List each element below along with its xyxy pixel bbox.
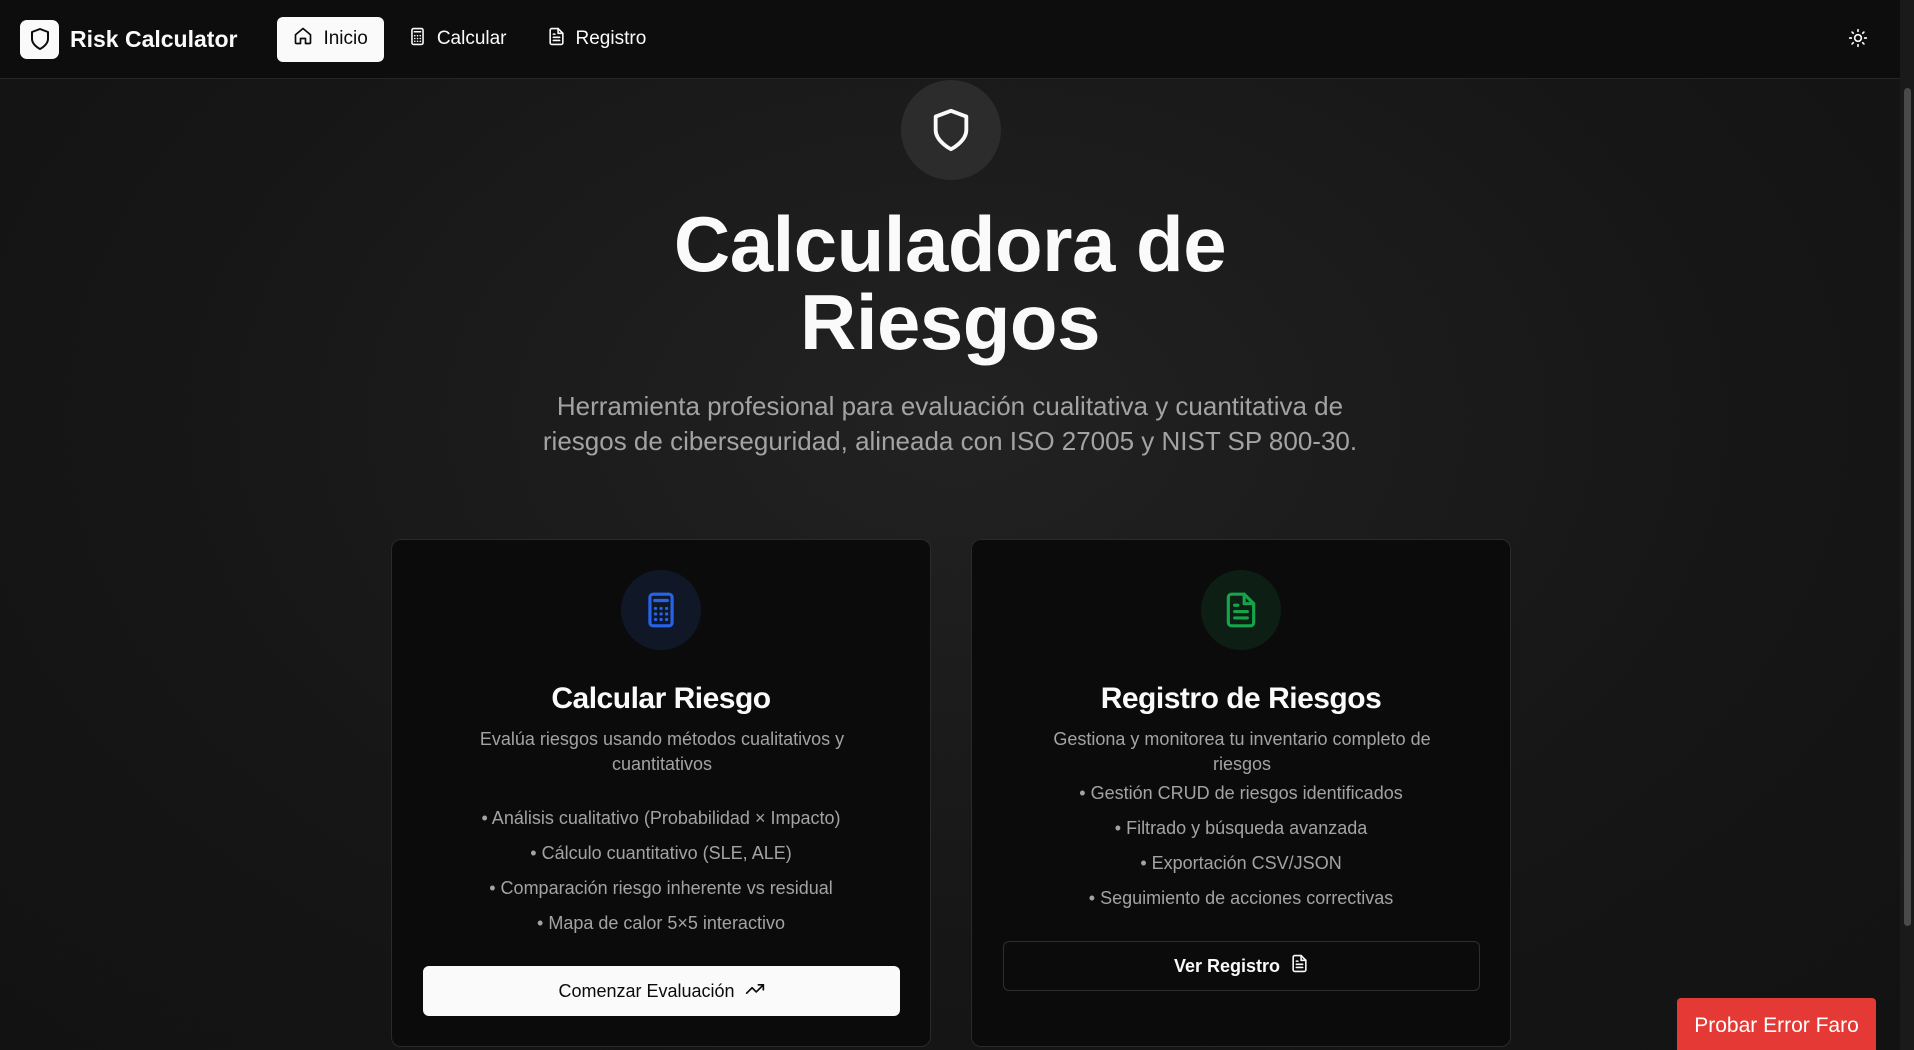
page-title-line-1: Calculadora de [673,200,1227,288]
feature-item: • Gestión CRUD de riesgos identificados [1079,783,1403,803]
sun-icon [1848,28,1868,53]
button-label: Ver Registro [1173,955,1281,976]
feature-item: • Mapa de calor 5×5 interactivo [537,913,785,933]
shield-icon [20,19,59,59]
feature-item: • Seguimiento de acciones correctivas [1088,888,1394,908]
page-subtitle: Herramienta profesional para evaluación … [520,389,1380,459]
brand[interactable]: Risk Calculator [20,19,238,59]
nav-item-calcular[interactable]: Calcular [392,17,523,62]
feature-item: • Cálculo cuantitativo (SLE, ALE) [530,843,792,863]
nav-item-label: Inicio [323,28,368,49]
button-label: Comenzar Evaluación [558,980,735,1001]
main-nav: Inicio Calcular Registro [277,16,663,62]
file-text-icon [1290,954,1309,978]
card-registro-riesgos: Registro de Riesgos Gestiona y monitorea… [971,539,1511,1047]
file-text-icon [547,27,566,52]
calculator-icon [621,570,701,650]
nav-item-label: Calcular [436,28,507,49]
feature-item: • Filtrado y búsqueda avanzada [1114,818,1368,838]
page-title: Calculadora de Riesgos [500,205,1400,361]
feature-item: • Exportación CSV/JSON [1140,853,1342,873]
page-title-line-2: Riesgos [800,278,1100,366]
card-description: Gestiona y monitorea tu inventario compl… [1053,729,1431,774]
feature-item: • Análisis cualitativo (Probabilidad × I… [481,808,841,828]
test-error-button[interactable]: Probar Error Faro [1677,998,1876,1050]
scrollbar-thumb[interactable] [1904,88,1911,926]
hero-shield-icon [901,80,1001,180]
view-register-button[interactable]: Ver Registro [1003,941,1480,991]
feature-item: • Comparación riesgo inherente vs residu… [489,878,833,898]
nav-item-label: Registro [575,28,647,49]
top-navbar: Risk Calculator Inicio Calcular Registro [0,0,1900,79]
nav-item-inicio[interactable]: Inicio [277,16,384,62]
home-icon [293,26,313,52]
card-title: Registro de Riesgos [1100,682,1382,715]
feature-list: • Gestión CRUD de riesgos identificados … [972,776,1510,916]
feature-list: • Análisis cualitativo (Probabilidad × I… [392,801,930,941]
card-description: Evalúa riesgos usando métodos cualitativ… [479,729,845,774]
file-text-icon [1201,570,1281,650]
nav-item-registro[interactable]: Registro [531,17,663,62]
page-subtitle-line-1: Herramienta profesional para evaluación … [556,391,1344,421]
page-subtitle-line-2: riesgos de ciberseguridad, alineada con … [542,426,1358,456]
start-evaluation-button[interactable]: Comenzar Evaluación [423,966,900,1016]
trending-up-icon [745,979,765,1004]
theme-toggle-button[interactable] [1843,25,1873,55]
card-calcular-riesgo: Calcular Riesgo Evalúa riesgos usando mé… [391,539,931,1047]
brand-title: Risk Calculator [70,25,238,52]
calculator-icon [408,27,427,52]
card-title: Calcular Riesgo [551,682,771,715]
